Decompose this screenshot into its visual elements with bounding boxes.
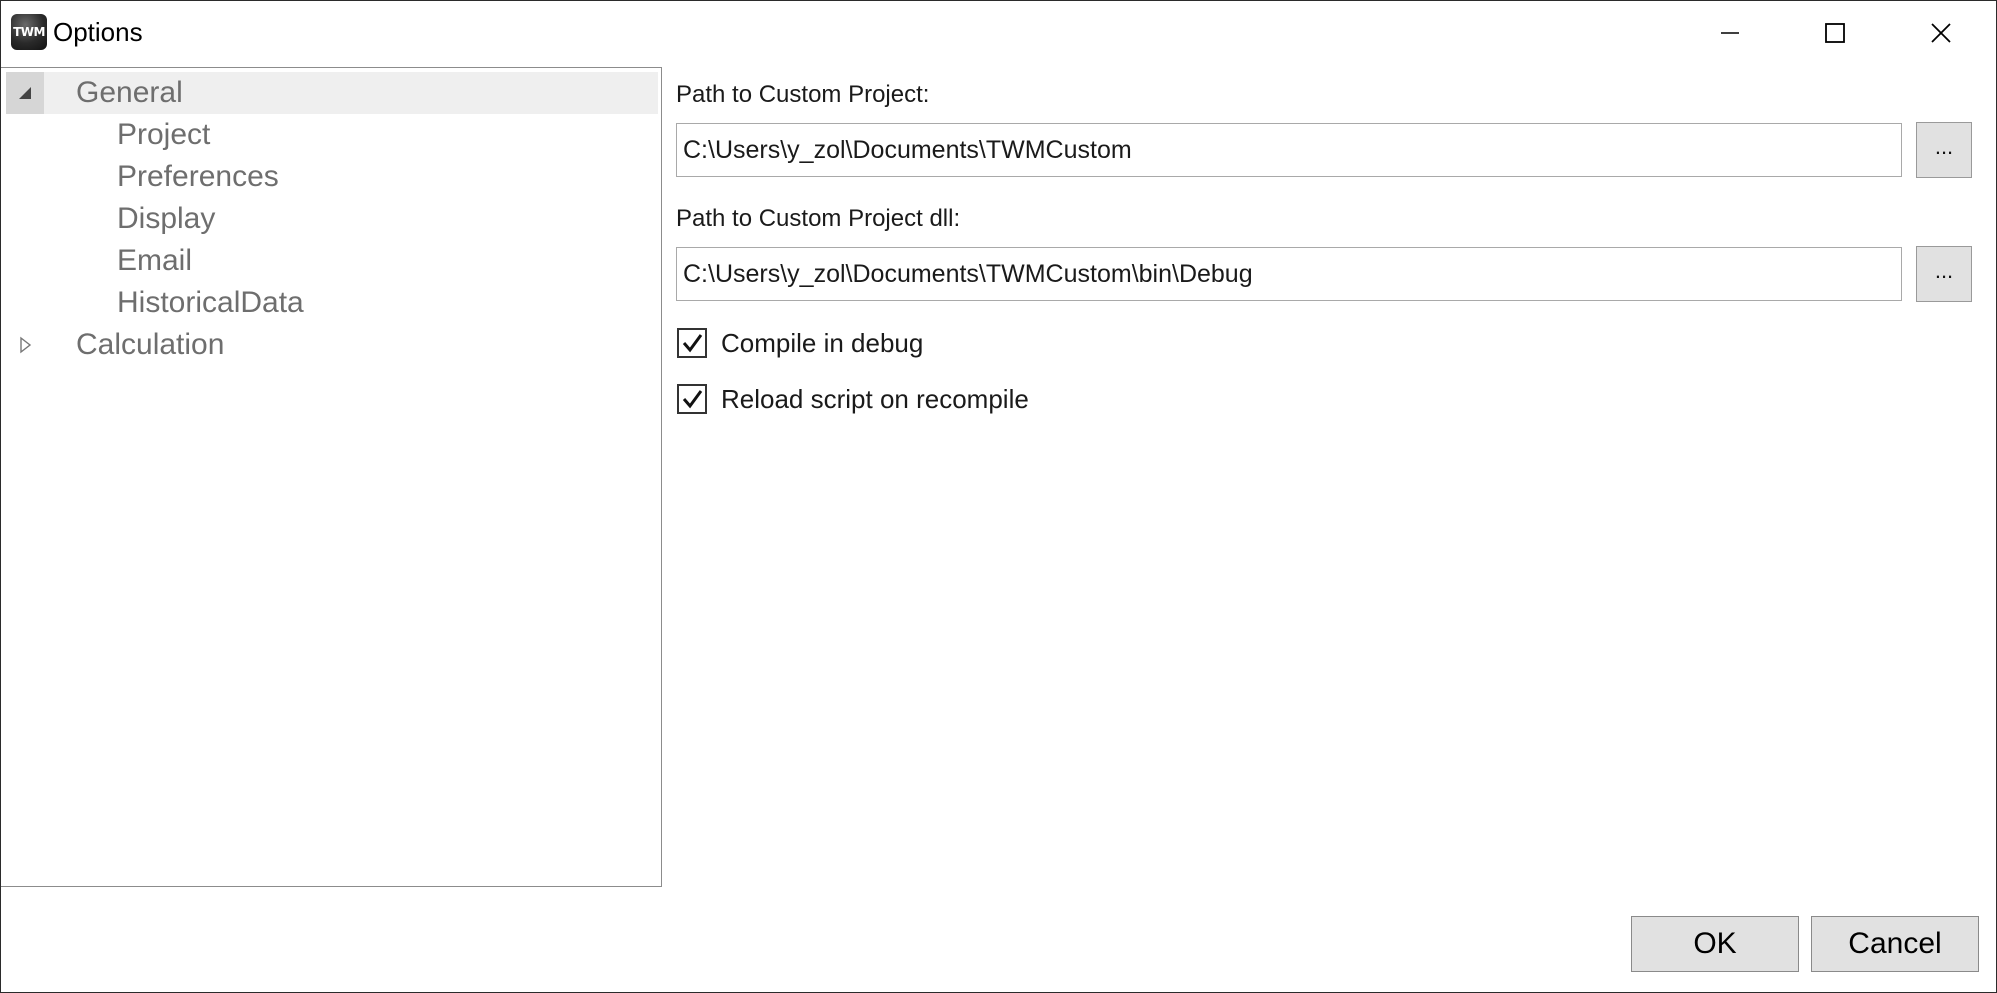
window-title: Options — [53, 17, 143, 47]
tree-item-label: Project — [117, 118, 211, 151]
tree-item-general[interactable]: General — [6, 72, 658, 114]
tree-item-label: Email — [117, 244, 193, 277]
ok-button[interactable]: OK — [1631, 916, 1799, 972]
tree-item-label: Preferences — [117, 160, 279, 193]
close-button[interactable] — [1918, 13, 1964, 53]
close-icon — [1931, 23, 1951, 43]
tree-item-label: Display — [117, 202, 216, 235]
tree-item-preferences[interactable]: Preferences — [6, 156, 658, 198]
compile-in-debug-option[interactable]: Compile in debug — [677, 326, 923, 360]
tree-item-historicaldata[interactable]: HistoricalData — [6, 282, 658, 324]
options-window: TWM Options General Project Preferences … — [0, 0, 1997, 993]
browse-custom-project-button[interactable]: ... — [1916, 122, 1972, 178]
maximize-icon — [1825, 23, 1845, 43]
tree-item-label: Calculation — [76, 328, 225, 361]
reload-script-label: Reload script on recompile — [721, 383, 1029, 414]
custom-project-label: Path to Custom Project: — [676, 81, 930, 108]
checkmark-icon — [682, 334, 703, 353]
minimize-icon — [1721, 32, 1739, 34]
app-logo: TWM — [11, 14, 47, 50]
tree-item-label: General — [76, 76, 183, 109]
checkmark-icon — [682, 390, 703, 409]
title-bar[interactable]: TWM Options — [1, 1, 1996, 61]
collapsed-triangle-icon — [20, 336, 32, 354]
tree-item-calculation[interactable]: Calculation — [6, 324, 658, 366]
cancel-button[interactable]: Cancel — [1811, 916, 1979, 972]
tree-item-email[interactable]: Email — [6, 240, 658, 282]
tree-item-display[interactable]: Display — [6, 198, 658, 240]
expanded-triangle-icon — [19, 87, 31, 99]
compile-in-debug-label: Compile in debug — [721, 327, 924, 358]
compile-in-debug-checkbox[interactable] — [677, 328, 707, 358]
custom-project-path-input[interactable] — [676, 123, 1902, 177]
custom-project-dll-path-input[interactable] — [676, 247, 1902, 301]
custom-project-dll-label: Path to Custom Project dll: — [676, 205, 961, 232]
options-tree[interactable]: General Project Preferences Display Emai… — [1, 67, 662, 887]
reload-script-option[interactable]: Reload script on recompile — [677, 382, 1029, 416]
expand-toggle[interactable] — [6, 324, 44, 366]
tree-item-project[interactable]: Project — [6, 114, 658, 156]
collapse-toggle[interactable] — [6, 72, 44, 114]
browse-custom-project-dll-button[interactable]: ... — [1916, 246, 1972, 302]
maximize-button[interactable] — [1812, 13, 1858, 53]
minimize-button[interactable] — [1707, 13, 1753, 53]
reload-script-checkbox[interactable] — [677, 384, 707, 414]
tree-item-label: HistoricalData — [117, 286, 304, 319]
